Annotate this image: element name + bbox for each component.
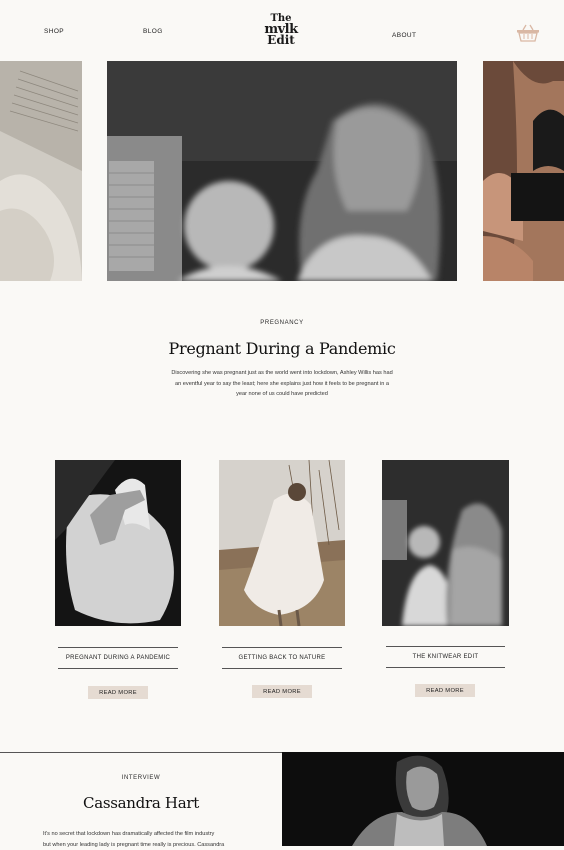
card-image-nature[interactable] [219, 460, 345, 626]
basket-icon[interactable] [516, 23, 540, 43]
interview-portrait[interactable] [282, 752, 564, 846]
read-more-button-2[interactable]: READ MORE [252, 685, 312, 698]
carousel-image-next[interactable] [483, 61, 564, 281]
nav-shop[interactable]: SHOP [44, 28, 64, 35]
carousel-image-prev[interactable] [0, 61, 82, 281]
hero-description-line-3: year none of us could have predicted [0, 389, 564, 400]
hero-description-line-1: Discovering she was pregnant just as the… [0, 368, 564, 379]
interview-text-line-1: It's no secret that lockdown has dramati… [43, 829, 273, 840]
hero-category: PREGNANCY [0, 320, 564, 326]
nav-blog[interactable]: BLOG [143, 28, 163, 35]
hero-description: Discovering she was pregnant just as the… [0, 368, 564, 400]
read-more-button-1[interactable]: READ MORE [88, 686, 148, 699]
card-image-pregnancy[interactable] [55, 460, 181, 626]
logo[interactable]: The mvlk Edit [258, 15, 304, 45]
card-title-2[interactable]: GETTING BACK TO NATURE [222, 647, 342, 669]
card-image-knitwear[interactable] [382, 460, 509, 626]
interview-text: It's no secret that lockdown has dramati… [43, 829, 273, 850]
hero-description-line-2: an eventful year to say the least; here … [0, 379, 564, 390]
interview-name: Cassandra Hart [0, 794, 282, 812]
card-title-1[interactable]: PREGNANT DURING A PANDEMIC [58, 647, 178, 669]
read-more-button-3[interactable]: READ MORE [415, 684, 475, 697]
hero-title: Pregnant During a Pandemic [0, 339, 564, 358]
carousel-image-main[interactable] [107, 61, 457, 281]
nav-about[interactable]: ABOUT [392, 32, 416, 39]
section-divider [0, 752, 282, 753]
card-title-3[interactable]: THE KNITWEAR EDIT [386, 646, 505, 668]
interview-category: INTERVIEW [0, 775, 282, 781]
interview-text-line-2: but when your leading lady is pregnant t… [43, 840, 273, 850]
